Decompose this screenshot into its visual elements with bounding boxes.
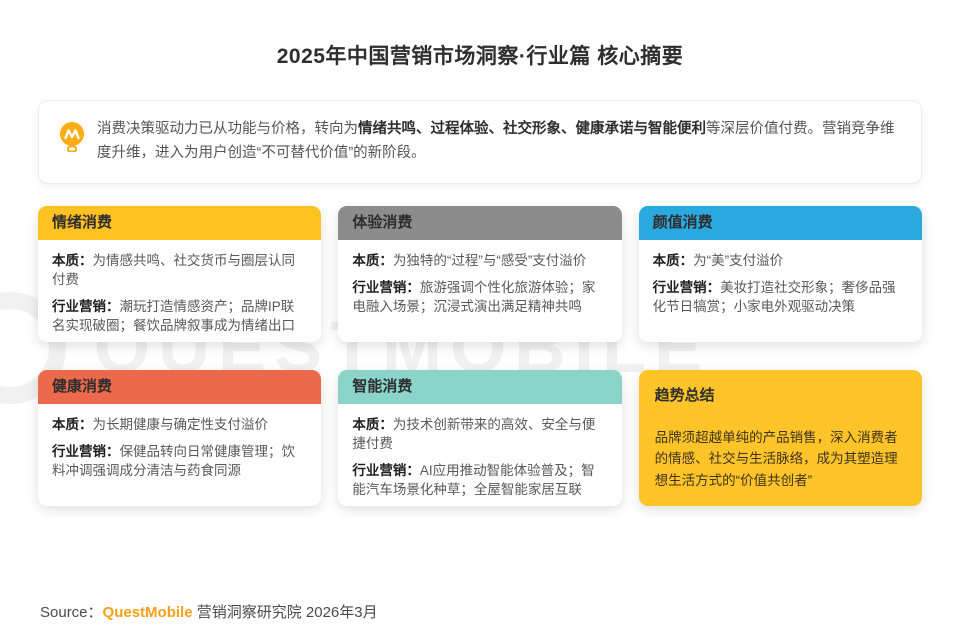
card-smart-body: 本质：为技术创新带来的高效、安全与便捷付费 行业营销：AI应用推动智能体验普及；… <box>338 404 621 500</box>
cards-grid: 情绪消费 本质：为情感共鸣、社交货币与圈层认同付费 行业营销：潮玩打造情感资产；… <box>38 205 922 506</box>
card-smart-consumption: 智能消费 本质：为技术创新带来的高效、安全与便捷付费 行业营销：AI应用推动智能… <box>338 369 622 506</box>
intro-highlight-box: 消费决策驱动力已从功能与价格，转向为情绪共鸣、过程体验、社交形象、健康承诺与智能… <box>38 100 922 184</box>
marketing-label: 行业营销： <box>352 280 420 295</box>
card-health-consumption: 健康消费 本质：为长期健康与确定性支付溢价 行业营销：保健品转向日常健康管理；饮… <box>38 369 322 506</box>
marketing-label: 行业营销： <box>352 463 420 479</box>
essence-label: 本质： <box>352 416 393 432</box>
card-appearance-body: 本质：为“美”支付溢价 行业营销：美妆打造社交形象；奢侈品强化节日犒赏；小家电外… <box>639 240 922 316</box>
card-experience-title: 体验消费 <box>338 205 622 240</box>
card-experience-consumption: 体验消费 本质：为独特的“过程”与“感受”支付溢价 行业营销：旅游强调个性化旅游… <box>338 205 622 342</box>
card-appearance-title: 颜值消费 <box>638 205 922 240</box>
essence-label: 本质： <box>52 252 93 268</box>
card-trend-summary: 趋势总结 品牌须超越单纯的产品销售，深入消费者的情感、社交与生活脉络，成为其塑造… <box>638 369 922 506</box>
card-emotion-title: 情绪消费 <box>38 205 322 240</box>
trend-summary-title: 趋势总结 <box>654 386 715 404</box>
card-smart-title: 智能消费 <box>338 369 622 404</box>
lightbulb-icon <box>59 121 85 157</box>
trend-summary-body: 品牌须超越单纯的产品销售，深入消费者的情感、社交与生活脉络，成为其塑造理想生活方… <box>654 429 898 489</box>
essence-text: 为独特的“过程”与“感受”支付溢价 <box>392 252 587 268</box>
source-brand: QuestMobile <box>102 604 193 621</box>
card-health-body: 本质：为长期健康与确定性支付溢价 行业营销：保健品转向日常健康管理；饮料冲调强调… <box>38 404 321 480</box>
intro-text-before: 消费决策驱动力已从功能与价格，转向为 <box>97 121 358 137</box>
essence-label: 本质： <box>652 252 694 268</box>
source-label: Source： <box>40 604 103 621</box>
source-rest: 营销洞察研究院 2026年3月 <box>192 604 378 621</box>
card-health-title: 健康消费 <box>38 369 322 404</box>
essence-label: 本质： <box>52 416 93 432</box>
essence-label: 本质： <box>352 252 393 268</box>
marketing-label: 行业营销： <box>52 444 120 459</box>
source-line: Source：QuestMobile 营销洞察研究院 2026年3月 <box>40 601 378 622</box>
marketing-label: 行业营销： <box>652 280 721 295</box>
page-title: 2025年中国营销市场洞察·行业篇 核心摘要 <box>276 45 684 68</box>
essence-text: 为长期健康与确定性支付溢价 <box>92 416 269 432</box>
card-appearance-consumption: 颜值消费 本质：为“美”支付溢价 行业营销：美妆打造社交形象；奢侈品强化节日犒赏… <box>638 205 922 342</box>
essence-text: 为“美”支付溢价 <box>693 252 784 268</box>
intro-text-bold: 情绪共鸣、过程体验、社交形象、健康承诺与智能便利 <box>358 121 706 137</box>
intro-text: 消费决策驱动力已从功能与价格，转向为情绪共鸣、过程体验、社交形象、健康承诺与智能… <box>97 118 901 166</box>
card-emotion-body: 本质：为情感共鸣、社交货币与圈层认同付费 行业营销：潮玩打造情感资产；品牌IP联… <box>38 240 321 336</box>
card-experience-body: 本质：为独特的“过程”与“感受”支付溢价 行业营销：旅游强调个性化旅游体验；家电… <box>338 240 621 316</box>
card-emotion-consumption: 情绪消费 本质：为情感共鸣、社交货币与圈层认同付费 行业营销：潮玩打造情感资产；… <box>38 205 322 342</box>
marketing-label: 行业营销： <box>52 299 120 315</box>
